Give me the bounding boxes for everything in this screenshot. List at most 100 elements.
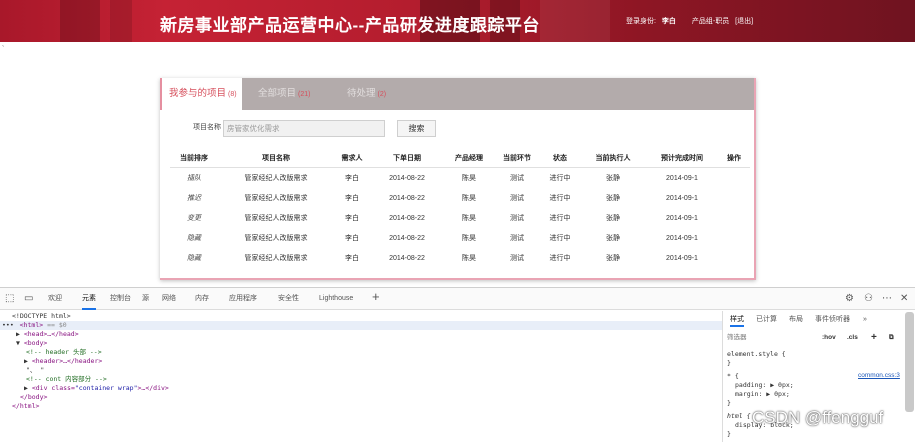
- header-tag: <header>…</header>: [31, 357, 103, 365]
- share-icon[interactable]: ⚇: [864, 293, 873, 305]
- tab-all-projects[interactable]: 全部项目 (21): [258, 78, 310, 110]
- tab-count: (21): [298, 91, 311, 98]
- table-cell: 张静: [606, 215, 620, 222]
- dom-node[interactable]: <!-- header 头部 -->: [26, 348, 102, 357]
- dom-node[interactable]: ▶ <header>…</header>: [24, 357, 102, 366]
- table-cell: 管家经纪人改版需求: [244, 235, 308, 242]
- devtools-tab-console[interactable]: 控制台: [110, 288, 131, 310]
- table-cell: 2014-09-1: [666, 215, 698, 222]
- hover-state-button[interactable]: :hov: [822, 332, 836, 343]
- table-cell: 进行中: [549, 175, 571, 182]
- table-cell[interactable]: 插队: [170, 170, 218, 188]
- div-close-tag: >…</div>: [137, 384, 169, 392]
- dom-node[interactable]: "、 ": [26, 366, 44, 375]
- more-options-icon[interactable]: ⋯: [882, 293, 892, 305]
- margin-declaration[interactable]: margin: ▶ 0px;: [735, 390, 790, 399]
- add-tab-icon[interactable]: +: [372, 290, 380, 303]
- dom-node[interactable]: </body>: [20, 393, 47, 402]
- element-style-rule[interactable]: element.style {: [727, 350, 786, 359]
- dom-node[interactable]: </html>: [12, 402, 39, 411]
- tab-pending[interactable]: 待处理 (2): [347, 78, 386, 110]
- header-banner: 新房事业部产品运营中心--产品研发进度跟踪平台 登录身份: 李白 产品组-职员 …: [0, 0, 915, 42]
- selected-marker: == $0: [47, 321, 67, 329]
- table-cell: 李白: [345, 195, 359, 202]
- device-toggle-icon[interactable]: ▭: [24, 293, 33, 305]
- table-cell: 陈昊: [462, 215, 476, 222]
- table-cell: 进行中: [549, 215, 571, 222]
- tab-count: (2): [377, 91, 387, 98]
- dom-node-selected[interactable]: ••• <html> == $0: [0, 321, 722, 330]
- layout-tab[interactable]: 布局: [789, 313, 803, 327]
- devtools-tab-memory[interactable]: 内存: [195, 288, 209, 310]
- user-info: 登录身份: 李白 产品组-职员 [退出]: [626, 16, 757, 26]
- devtools-tab-sources[interactable]: 源: [142, 288, 149, 310]
- stray-mark: `: [2, 46, 5, 53]
- stylesheet-link[interactable]: common.css:3: [858, 372, 900, 379]
- tab-my-projects[interactable]: 我参与的项目 (8): [160, 78, 242, 110]
- table-header: 当前排序 项目名称 需求人 下单日期 产品经理 当前环节 状态 当前执行人 预计…: [170, 150, 750, 168]
- styles-tab[interactable]: 样式: [730, 313, 744, 327]
- table-cell: 测试: [510, 215, 524, 222]
- settings-gear-icon[interactable]: ⚙: [845, 293, 854, 305]
- table-row: 变更 管家经纪人改版需求 李白 2014-08-22 陈昊 测试 进行中 张静 …: [170, 210, 750, 228]
- table-cell: 李白: [345, 255, 359, 262]
- devtools-tab-elements[interactable]: 元素: [82, 288, 96, 310]
- table-cell: 测试: [510, 235, 524, 242]
- table-cell[interactable]: 变更: [170, 210, 218, 228]
- watermark: CSDN @ffengguf: [752, 408, 884, 427]
- class-toggle-button[interactable]: .cls: [847, 332, 858, 343]
- html-open-tag: <html>: [19, 321, 44, 329]
- html-rule[interactable]: html {: [727, 412, 750, 421]
- inspect-icon[interactable]: ⬚: [5, 293, 14, 305]
- table-cell[interactable]: 隐藏: [170, 230, 218, 248]
- computed-tab[interactable]: 已计算: [756, 313, 777, 327]
- event-listeners-tab[interactable]: 事件侦听器: [815, 313, 850, 327]
- new-rule-icon[interactable]: +: [871, 332, 877, 343]
- elements-tree: <!DOCTYPE html> ••• <html> == $0 ▶ <head…: [0, 311, 722, 442]
- comment-node: <!-- cont 内容部分 -->: [26, 375, 107, 383]
- styles-scrollbar[interactable]: [905, 312, 914, 412]
- table-cell: 2014-08-22: [389, 215, 425, 222]
- dom-node[interactable]: ▼ <body>: [16, 339, 47, 348]
- table-cell: 2014-08-22: [389, 255, 425, 262]
- devtools-tab-network[interactable]: 网络: [162, 288, 176, 310]
- table-row: 推迟 管家经纪人改版需求 李白 2014-08-22 陈昊 测试 进行中 张静 …: [170, 190, 750, 208]
- user-name: 李白: [661, 18, 676, 25]
- search-input[interactable]: [223, 120, 385, 137]
- universal-rule[interactable]: * {: [727, 372, 739, 381]
- dom-node[interactable]: <!DOCTYPE html>: [12, 312, 71, 321]
- html-close-tag: </html>: [12, 402, 40, 410]
- table-cell: 张静: [606, 175, 620, 182]
- table-cell: 张静: [606, 235, 620, 242]
- dom-node[interactable]: ▶ <head>…</head>: [16, 330, 79, 339]
- devtools-tab-welcome[interactable]: 欢迎: [48, 288, 62, 310]
- table-cell: 陈昊: [462, 195, 476, 202]
- padding-declaration[interactable]: padding: ▶ 0px;: [735, 381, 794, 390]
- search-button[interactable]: 搜索: [397, 120, 436, 137]
- col-header: 当前环节: [503, 155, 531, 162]
- dom-node[interactable]: <!-- cont 内容部分 -->: [26, 375, 107, 384]
- table-cell: 张静: [606, 195, 620, 202]
- devtools-tab-lighthouse[interactable]: Lighthouse: [319, 288, 353, 310]
- body-open-tag: <body>: [23, 339, 48, 347]
- close-icon[interactable]: ✕: [900, 293, 908, 305]
- devtools-tab-security[interactable]: 安全性: [278, 288, 299, 310]
- styles-filter-input[interactable]: 筛选器: [727, 332, 815, 343]
- comment-node: <!-- header 头部 -->: [26, 348, 102, 356]
- project-panel: 我参与的项目(8) 全部项目(21) 待处理(2) 项目名称 搜索 当前排序 项…: [160, 78, 756, 280]
- table-cell: 2014-09-1: [666, 195, 698, 202]
- table-row: 插队 管家经纪人改版需求 李白 2014-08-22 陈昊 测试 进行中 张静 …: [170, 170, 750, 188]
- page-title: 新房事业部产品运营中心--产品研发进度跟踪平台: [160, 16, 540, 35]
- more-tabs-icon[interactable]: »: [863, 313, 867, 327]
- table-cell[interactable]: 隐藏: [170, 250, 218, 268]
- col-header: 当前执行人: [595, 155, 631, 162]
- computed-sidebar-icon[interactable]: ⧉: [889, 332, 894, 343]
- dom-node[interactable]: ▶ <div class="container wrap">…</div>: [24, 384, 169, 393]
- tab-label: 待处理: [347, 88, 376, 99]
- col-header: 当前排序: [180, 155, 208, 162]
- devtools-tab-application[interactable]: 应用程序: [229, 288, 257, 310]
- logout-link[interactable]: [退出]: [735, 18, 753, 25]
- tab-label: 我参与的项目: [169, 88, 227, 99]
- table-cell[interactable]: 推迟: [170, 190, 218, 208]
- table-cell: 2014-08-22: [389, 175, 425, 182]
